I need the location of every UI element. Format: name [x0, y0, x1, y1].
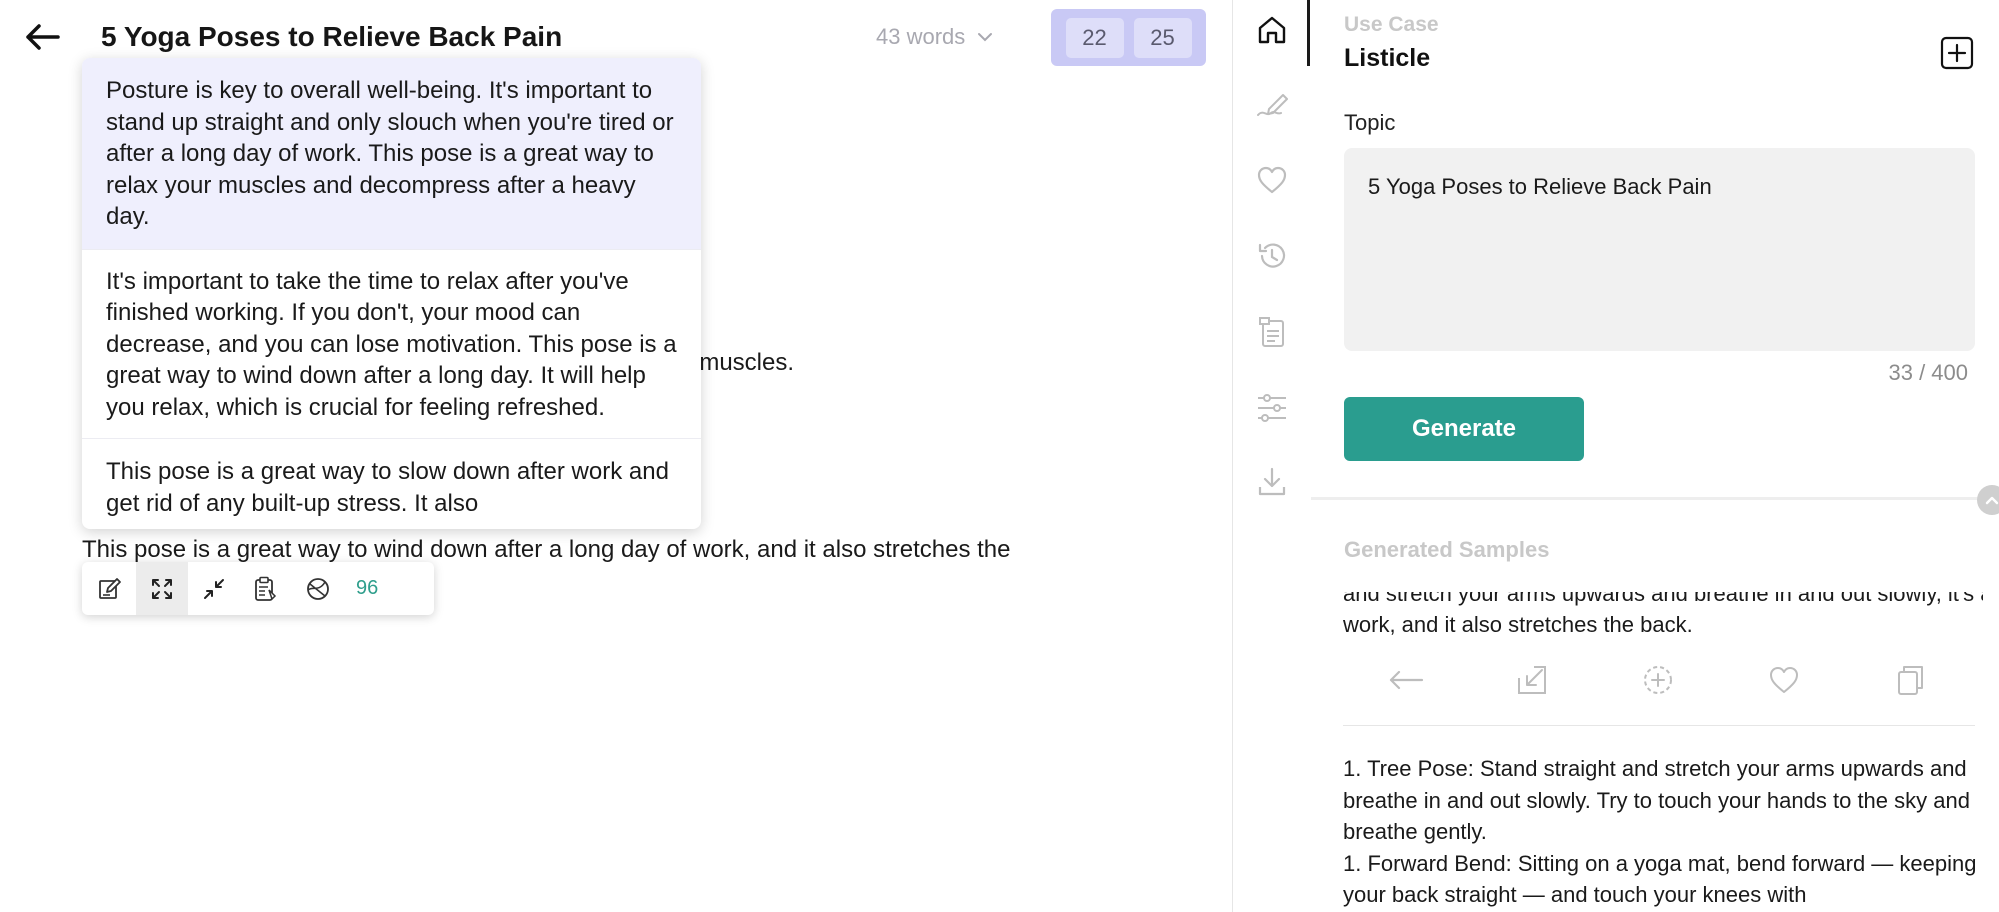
add-new-button[interactable] [1940, 36, 1974, 70]
sliders-icon [1257, 394, 1286, 422]
use-case-value[interactable]: Listicle [1344, 44, 1430, 73]
nav-documents[interactable] [1233, 302, 1310, 362]
document-title[interactable]: 5 Yoga Poses to Relieve Back Pain [101, 18, 562, 56]
generate-button[interactable]: Generate [1344, 397, 1584, 461]
sample-card-2-line-2: 1. Forward Bend: Sitting on a yoga mat, … [1343, 850, 1977, 908]
nav-favorites[interactable] [1233, 150, 1310, 210]
counter-a[interactable]: 22 [1065, 17, 1124, 58]
suggestion-item-2[interactable]: It's important to take the time to relax… [82, 250, 701, 439]
nav-write[interactable] [1233, 76, 1310, 136]
sample-card-2-line-1: 1. Tree Pose: Stand straight and stretch… [1343, 756, 1970, 844]
sample-card-1-actions [1343, 655, 1973, 705]
paraphrase-button[interactable] [240, 562, 292, 615]
sample-card-2-text[interactable]: 1. Tree Pose: Stand straight and stretch… [1343, 753, 1983, 911]
collapse-button[interactable] [1977, 485, 1999, 515]
sample-insert-button[interactable] [1508, 656, 1556, 704]
counter-group: 22 25 [1051, 9, 1206, 66]
write-icon [1256, 94, 1288, 116]
expand-button[interactable] [136, 562, 188, 615]
document-icon [1258, 317, 1284, 347]
sample-more-like-this-button[interactable] [1634, 656, 1682, 704]
arrow-left-icon [26, 24, 60, 50]
word-count-dropdown[interactable]: 43 words [876, 22, 993, 52]
plus-square-icon [1940, 36, 1974, 70]
chevron-down-icon [978, 33, 993, 42]
rephrase-button[interactable] [292, 562, 344, 615]
suggestion-item-1[interactable]: Posture is key to overall well-being. It… [82, 58, 701, 250]
nav-home[interactable] [1233, 0, 1310, 60]
shrink-icon [204, 578, 224, 599]
back-button[interactable] [20, 18, 64, 56]
icon-navigation [1233, 0, 1310, 912]
sample-favorite-button[interactable] [1760, 656, 1808, 704]
clipboard-icon [255, 576, 277, 601]
topic-input[interactable]: 5 Yoga Poses to Relieve Back Pain [1344, 148, 1975, 351]
home-icon [1258, 16, 1285, 44]
chevron-up-icon [1985, 496, 1999, 505]
copy-icon [1898, 666, 1923, 695]
word-count-label: 43 words [876, 24, 966, 49]
nav-export[interactable] [1233, 452, 1310, 512]
sample-card-1-cut-line: and stretch your arms upwards and breath… [1343, 592, 1983, 606]
expand-icon [152, 578, 172, 599]
add-circle-icon [1644, 666, 1672, 694]
rephrase-icon [307, 577, 329, 600]
quality-score: 96 [356, 577, 379, 599]
sample-card-1-line: work, and it also stretches the back. [1343, 612, 1693, 637]
edit-button[interactable] [84, 562, 136, 615]
suggestion-popup: Posture is key to overall well-being. It… [82, 58, 701, 529]
section-divider [1311, 497, 1999, 500]
sample-card-1-text[interactable]: and stretch your arms upwards and breath… [1343, 592, 1983, 638]
generator-panel: Use Case Listicle Topic 5 Yoga Poses to … [1311, 0, 1999, 912]
body-text-fragment[interactable]: t muscles. [686, 347, 794, 379]
history-icon [1258, 243, 1285, 268]
shorten-button[interactable] [188, 562, 240, 615]
download-icon [1258, 467, 1285, 496]
character-count: 33 / 400 [1888, 360, 1968, 385]
heart-icon [1770, 667, 1798, 693]
sample-copy-button[interactable] [1886, 656, 1934, 704]
selection-toolbar: 96 [82, 562, 434, 615]
counter-b[interactable]: 25 [1133, 17, 1192, 58]
arrow-left-icon [1389, 670, 1424, 690]
sample-separator [1343, 725, 1975, 726]
heart-icon [1257, 166, 1286, 194]
insert-icon [1518, 666, 1546, 694]
sample-back-button[interactable] [1382, 656, 1430, 704]
nav-history[interactable] [1233, 226, 1310, 286]
suggestion-item-3[interactable]: This pose is a great way to slow down af… [82, 439, 701, 529]
topic-label: Topic [1344, 110, 1396, 135]
use-case-label: Use Case [1344, 13, 1439, 36]
edit-icon [99, 577, 121, 599]
editor-pane: 5 Yoga Poses to Relieve Back Pain 43 wor… [0, 0, 1232, 912]
generated-samples-label: Generated Samples [1344, 537, 1550, 562]
nav-settings[interactable] [1233, 378, 1310, 438]
